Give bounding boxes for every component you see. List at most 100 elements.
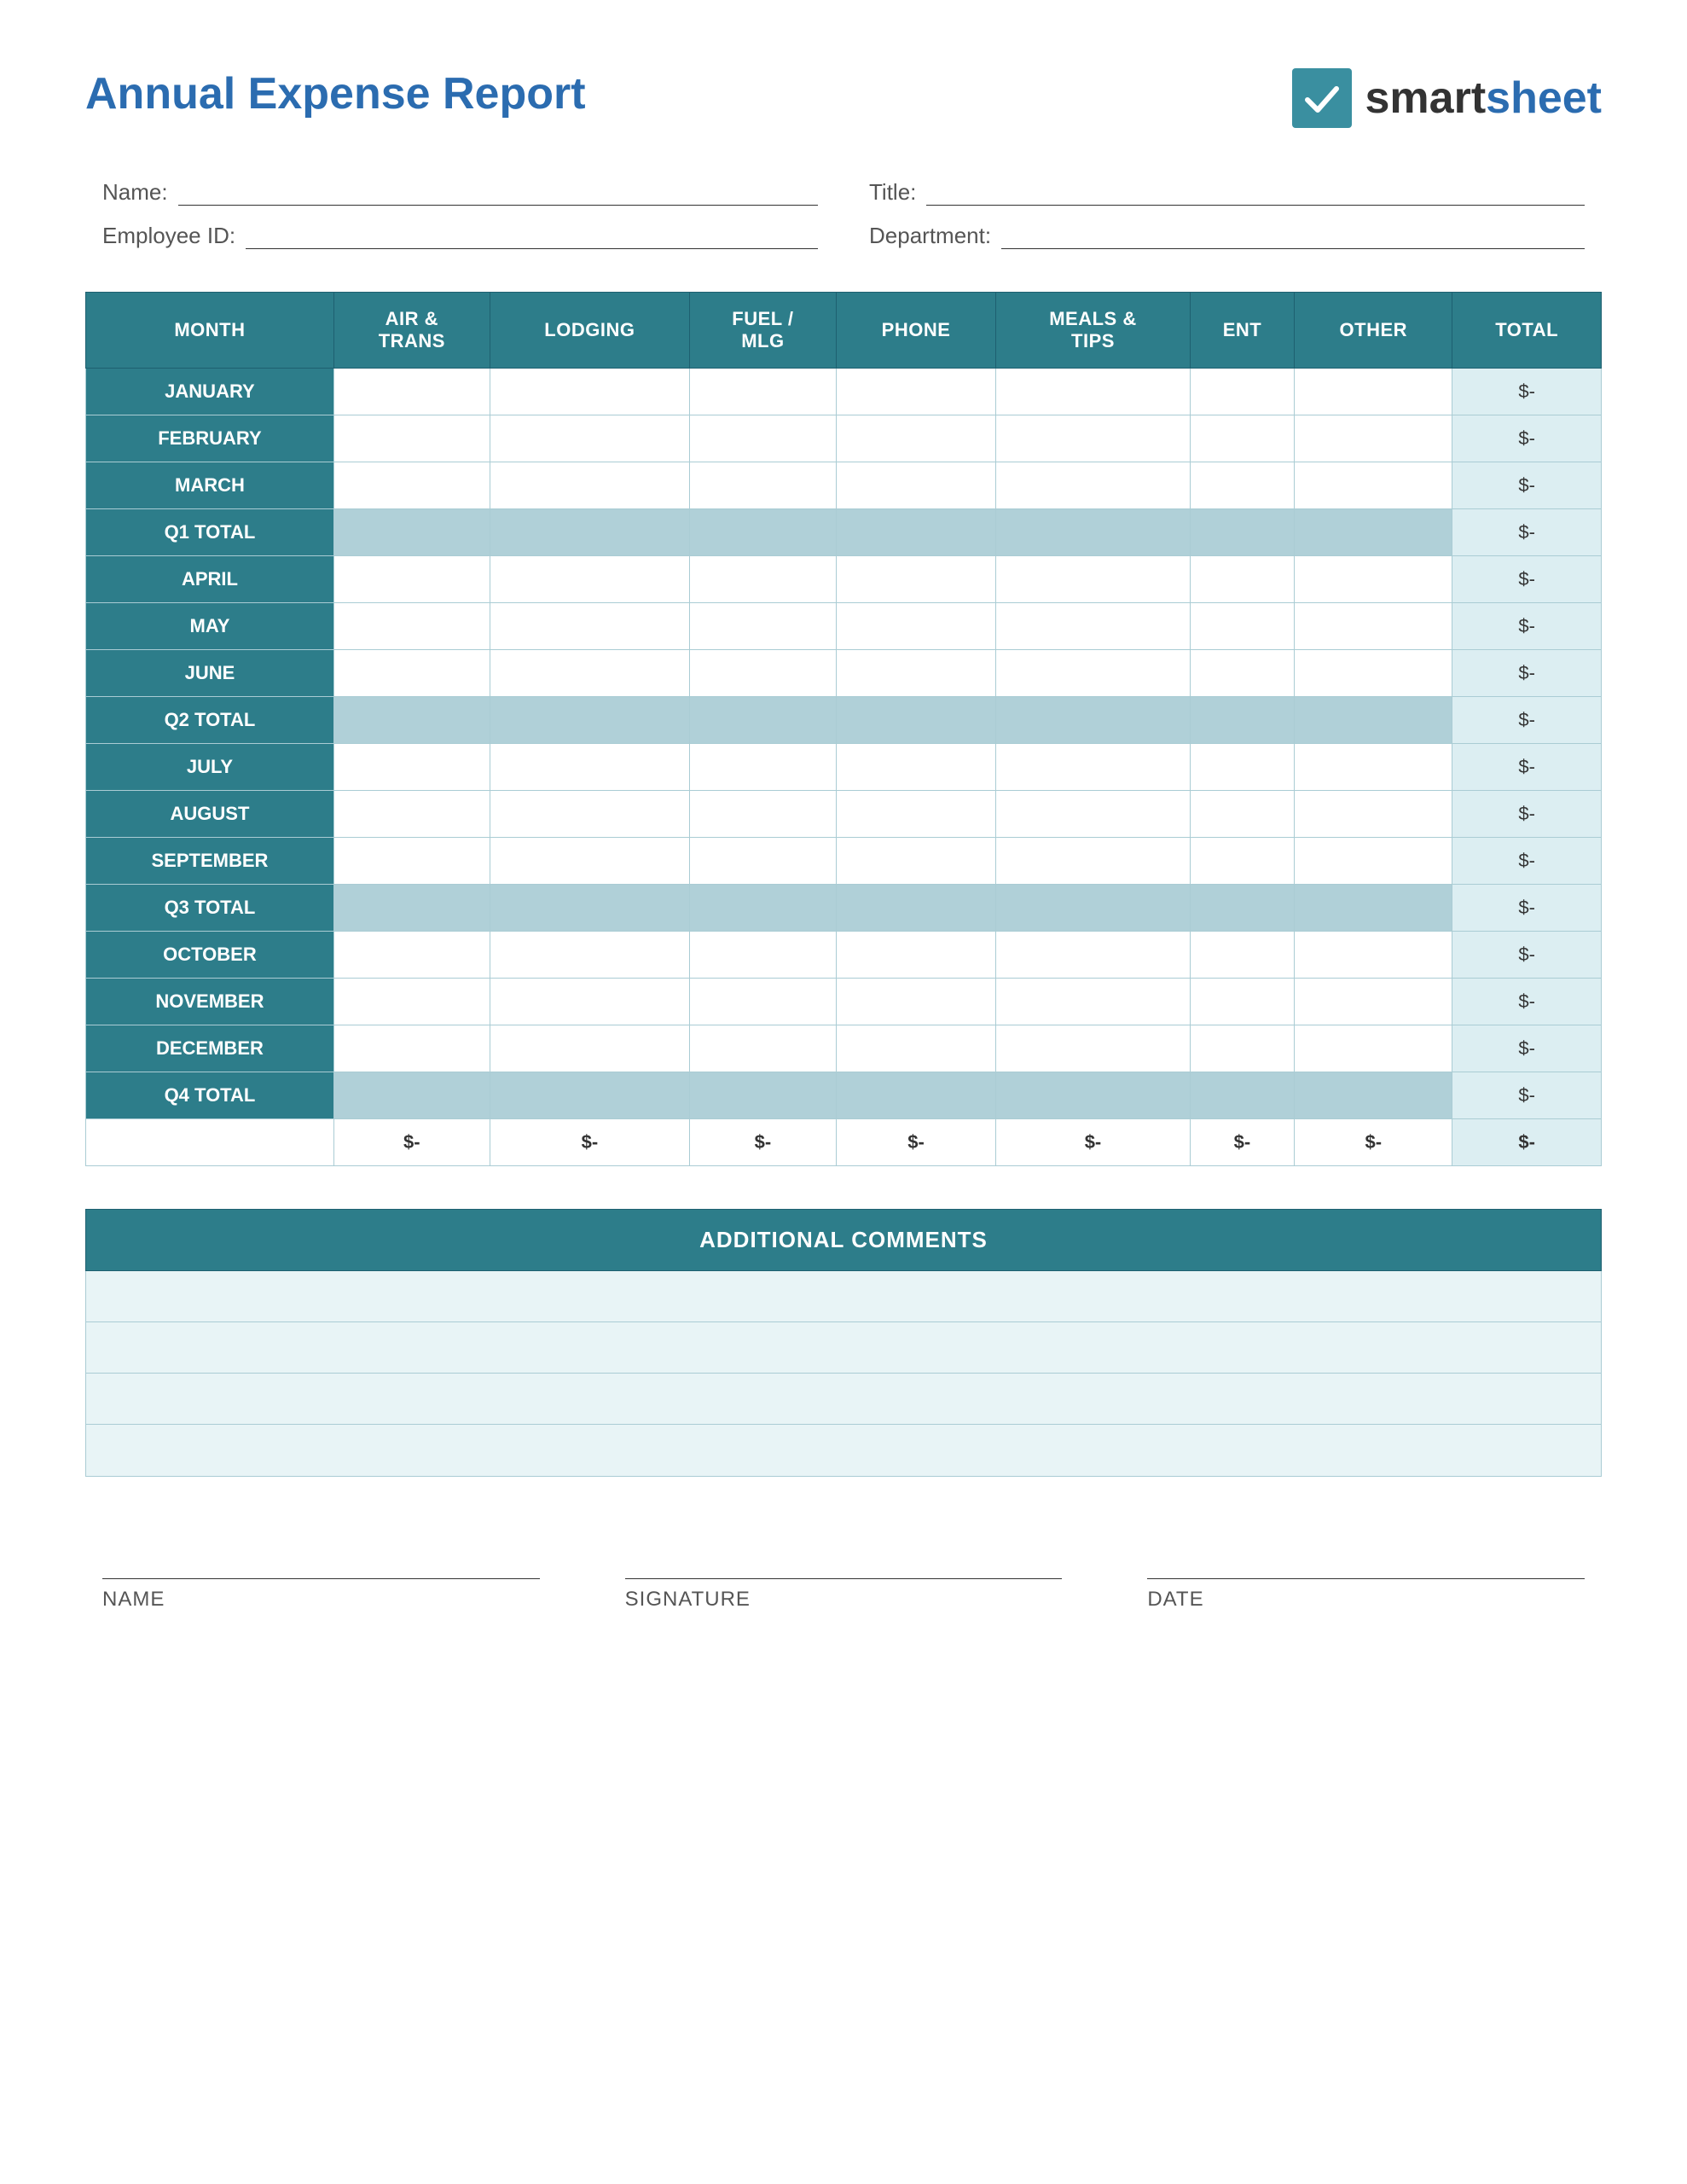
data-cell[interactable] bbox=[333, 603, 490, 650]
data-cell[interactable] bbox=[490, 932, 689, 979]
data-cell[interactable] bbox=[490, 603, 689, 650]
data-cell[interactable] bbox=[333, 650, 490, 697]
data-cell[interactable] bbox=[1295, 369, 1452, 415]
data-cell[interactable] bbox=[1190, 979, 1294, 1025]
data-cell[interactable] bbox=[1295, 838, 1452, 885]
data-cell[interactable] bbox=[836, 885, 995, 932]
data-cell[interactable] bbox=[1295, 1025, 1452, 1072]
data-cell[interactable] bbox=[490, 885, 689, 932]
data-cell[interactable] bbox=[1295, 415, 1452, 462]
data-cell[interactable] bbox=[836, 415, 995, 462]
signature-sig-line[interactable] bbox=[625, 1545, 1063, 1579]
data-cell[interactable] bbox=[836, 603, 995, 650]
data-cell[interactable] bbox=[490, 791, 689, 838]
data-cell[interactable] bbox=[490, 979, 689, 1025]
data-cell[interactable] bbox=[690, 556, 837, 603]
data-cell[interactable] bbox=[836, 697, 995, 744]
data-cell[interactable] bbox=[490, 838, 689, 885]
data-cell[interactable] bbox=[1295, 556, 1452, 603]
data-cell[interactable] bbox=[333, 932, 490, 979]
data-cell[interactable] bbox=[996, 462, 1190, 509]
data-cell[interactable] bbox=[836, 791, 995, 838]
data-cell[interactable] bbox=[836, 369, 995, 415]
name-sig-line[interactable] bbox=[102, 1545, 540, 1579]
data-cell[interactable] bbox=[996, 650, 1190, 697]
data-cell[interactable] bbox=[1295, 650, 1452, 697]
data-cell[interactable] bbox=[836, 744, 995, 791]
data-cell[interactable] bbox=[690, 838, 837, 885]
data-cell[interactable] bbox=[1190, 791, 1294, 838]
data-cell[interactable] bbox=[490, 744, 689, 791]
data-cell[interactable] bbox=[690, 885, 837, 932]
data-cell[interactable] bbox=[996, 509, 1190, 556]
data-cell[interactable] bbox=[836, 509, 995, 556]
data-cell[interactable] bbox=[996, 1025, 1190, 1072]
data-cell[interactable] bbox=[996, 369, 1190, 415]
data-cell[interactable] bbox=[836, 462, 995, 509]
data-cell[interactable] bbox=[1190, 932, 1294, 979]
data-cell[interactable] bbox=[333, 462, 490, 509]
data-cell[interactable] bbox=[836, 1025, 995, 1072]
data-cell[interactable] bbox=[490, 369, 689, 415]
data-cell[interactable] bbox=[1190, 369, 1294, 415]
data-cell[interactable] bbox=[490, 556, 689, 603]
data-cell[interactable] bbox=[996, 415, 1190, 462]
data-cell[interactable] bbox=[996, 932, 1190, 979]
data-cell[interactable] bbox=[836, 979, 995, 1025]
data-cell[interactable] bbox=[1295, 1072, 1452, 1119]
data-cell[interactable] bbox=[690, 697, 837, 744]
data-cell[interactable] bbox=[1190, 697, 1294, 744]
comment-line-4[interactable] bbox=[86, 1425, 1601, 1476]
data-cell[interactable] bbox=[1295, 885, 1452, 932]
data-cell[interactable] bbox=[333, 556, 490, 603]
data-cell[interactable] bbox=[996, 744, 1190, 791]
department-input-line[interactable] bbox=[1001, 224, 1585, 249]
data-cell[interactable] bbox=[836, 556, 995, 603]
employee-id-input-line[interactable] bbox=[246, 224, 818, 249]
name-input-line[interactable] bbox=[178, 180, 818, 206]
data-cell[interactable] bbox=[333, 369, 490, 415]
data-cell[interactable] bbox=[1190, 838, 1294, 885]
data-cell[interactable] bbox=[690, 509, 837, 556]
data-cell[interactable] bbox=[1190, 650, 1294, 697]
data-cell[interactable] bbox=[996, 838, 1190, 885]
data-cell[interactable] bbox=[490, 1072, 689, 1119]
data-cell[interactable] bbox=[1295, 791, 1452, 838]
comment-line-2[interactable] bbox=[86, 1322, 1601, 1374]
data-cell[interactable] bbox=[690, 932, 837, 979]
data-cell[interactable] bbox=[333, 744, 490, 791]
data-cell[interactable] bbox=[333, 885, 490, 932]
data-cell[interactable] bbox=[690, 744, 837, 791]
data-cell[interactable] bbox=[690, 791, 837, 838]
data-cell[interactable] bbox=[996, 979, 1190, 1025]
data-cell[interactable] bbox=[333, 697, 490, 744]
data-cell[interactable] bbox=[836, 1072, 995, 1119]
comment-line-3[interactable] bbox=[86, 1374, 1601, 1425]
data-cell[interactable] bbox=[836, 838, 995, 885]
data-cell[interactable] bbox=[996, 603, 1190, 650]
data-cell[interactable] bbox=[690, 650, 837, 697]
data-cell[interactable] bbox=[1295, 462, 1452, 509]
data-cell[interactable] bbox=[490, 509, 689, 556]
data-cell[interactable] bbox=[996, 885, 1190, 932]
data-cell[interactable] bbox=[996, 697, 1190, 744]
data-cell[interactable] bbox=[690, 1072, 837, 1119]
data-cell[interactable] bbox=[333, 838, 490, 885]
data-cell[interactable] bbox=[1295, 979, 1452, 1025]
data-cell[interactable] bbox=[333, 979, 490, 1025]
data-cell[interactable] bbox=[996, 1072, 1190, 1119]
data-cell[interactable] bbox=[996, 556, 1190, 603]
data-cell[interactable] bbox=[690, 462, 837, 509]
data-cell[interactable] bbox=[1295, 697, 1452, 744]
data-cell[interactable] bbox=[1190, 603, 1294, 650]
data-cell[interactable] bbox=[1190, 509, 1294, 556]
data-cell[interactable] bbox=[1295, 932, 1452, 979]
comments-body[interactable] bbox=[85, 1271, 1602, 1477]
data-cell[interactable] bbox=[1295, 603, 1452, 650]
data-cell[interactable] bbox=[1190, 415, 1294, 462]
data-cell[interactable] bbox=[836, 932, 995, 979]
data-cell[interactable] bbox=[333, 415, 490, 462]
data-cell[interactable] bbox=[690, 415, 837, 462]
data-cell[interactable] bbox=[1190, 885, 1294, 932]
data-cell[interactable] bbox=[490, 415, 689, 462]
